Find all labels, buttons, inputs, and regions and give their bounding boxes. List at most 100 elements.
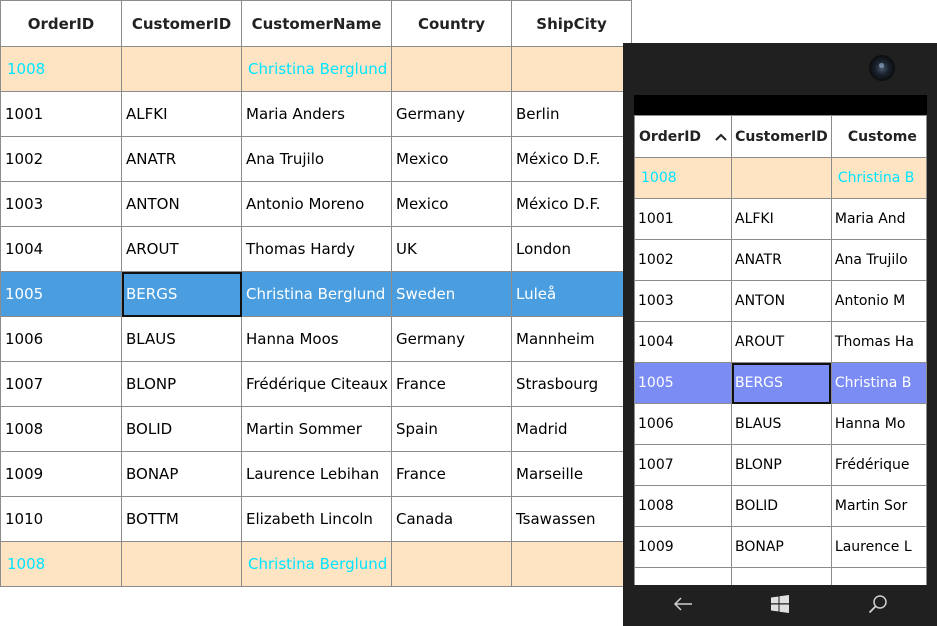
grid-cell[interactable]: 1009 xyxy=(634,526,732,568)
column-header-orderid[interactable]: OrderID xyxy=(634,115,732,158)
grid-cell[interactable]: Martin Sommer xyxy=(241,406,392,452)
grid-cell[interactable]: Spain xyxy=(391,406,512,452)
grid-cell[interactable]: Antonio Moreno xyxy=(241,181,392,227)
grid-cell[interactable]: AROUT xyxy=(731,321,832,363)
table-row[interactable]: 1003 ANTON Antonio Moreno Mexico México D.F. xyxy=(0,181,632,227)
grid-cell[interactable]: Sweden xyxy=(391,271,512,317)
grid-cell[interactable]: Laurence L xyxy=(830,526,927,568)
grid-cell[interactable]: Berlin xyxy=(511,91,632,137)
grid-cell[interactable]: Tsawassen xyxy=(511,496,632,542)
column-header-country[interactable]: Country xyxy=(391,0,512,47)
grid-cell[interactable]: 1007 xyxy=(634,444,732,486)
grid-cell[interactable]: Elizabeth Lincoln xyxy=(241,496,392,542)
grid-cell[interactable]: BLONP xyxy=(121,361,242,407)
table-row[interactable]: 1001 ALFKI Maria And xyxy=(634,198,927,240)
grid-cell[interactable]: 1009 xyxy=(0,451,122,497)
grid-cell[interactable]: Maria And xyxy=(830,198,927,240)
grid-cell[interactable]: Frédérique xyxy=(830,444,927,486)
grid-cell[interactable]: ANATR xyxy=(121,136,242,182)
table-row[interactable]: 1006 BLAUS Hanna Mo xyxy=(634,403,927,445)
grid-cell[interactable]: Thomas Hardy xyxy=(241,226,392,272)
grid-cell[interactable]: Antonio M xyxy=(830,280,927,322)
table-row[interactable]: 1010 BOTTM Elizabeth Lincoln Canada Tsawasse… xyxy=(0,496,632,542)
grid-cell[interactable]: 1003 xyxy=(634,280,732,322)
grid-cell[interactable]: BOLID xyxy=(731,485,832,527)
grid-cell[interactable]: México D.F. xyxy=(511,181,632,227)
grid-cell[interactable]: 1007 xyxy=(0,361,122,407)
grid-cell[interactable]: 1001 xyxy=(634,198,732,240)
table-row[interactable]: 1004 AROUT Thomas Ha xyxy=(634,321,927,363)
grid-cell[interactable]: Ana Trujilo xyxy=(830,239,927,281)
grid-cell[interactable]: Hanna Moos xyxy=(241,316,392,362)
search-button[interactable] xyxy=(858,586,898,626)
grid-cell[interactable]: ALFKI xyxy=(121,91,242,137)
grid-cell[interactable]: Mexico xyxy=(391,136,512,182)
grid-cell[interactable]: 1001 xyxy=(0,91,122,137)
grid-cell[interactable]: Germany xyxy=(391,316,512,362)
table-row[interactable]: 1001 ALFKI Maria Anders Germany Berlin xyxy=(0,91,632,137)
grid-cell[interactable]: Mannheim xyxy=(511,316,632,362)
grid-cell-current[interactable]: BERGS xyxy=(731,362,832,404)
grid-cell[interactable]: 1005 xyxy=(634,362,732,404)
grid-cell[interactable]: BOTTM xyxy=(121,496,242,542)
grid-cell[interactable] xyxy=(634,567,732,585)
table-row[interactable]: 1008 BOLID Martin Sommer Spain Madrid xyxy=(0,406,632,452)
grid-cell[interactable]: ANATR xyxy=(731,239,832,281)
grid-cell[interactable]: Germany xyxy=(391,91,512,137)
grid-cell[interactable]: Canada xyxy=(391,496,512,542)
windows-start-button[interactable] xyxy=(760,586,800,626)
grid-cell[interactable]: BONAP xyxy=(731,526,832,568)
table-row[interactable] xyxy=(634,567,927,585)
grid-cell[interactable]: Maria Anders xyxy=(241,91,392,137)
table-row[interactable]: 1006 BLAUS Hanna Moos Germany Mannheim xyxy=(0,316,632,362)
grid-cell[interactable] xyxy=(731,567,832,585)
grid-cell[interactable]: 1005 xyxy=(0,271,122,317)
grid-cell[interactable]: ANTON xyxy=(121,181,242,227)
grid-cell[interactable]: BLAUS xyxy=(731,403,832,445)
back-button[interactable] xyxy=(663,586,703,626)
table-row[interactable]: 1009 BONAP Laurence L xyxy=(634,526,927,568)
sort-ascending-icon[interactable] xyxy=(715,129,727,145)
grid-cell[interactable]: 1006 xyxy=(634,403,732,445)
grid-cell[interactable]: 1003 xyxy=(0,181,122,227)
grid-cell[interactable]: ANTON xyxy=(731,280,832,322)
table-row[interactable]: 1007 BLONP Frédérique xyxy=(634,444,927,486)
grid-cell[interactable]: Martin Sor xyxy=(830,485,927,527)
grid-cell[interactable]: London xyxy=(511,226,632,272)
grid-cell[interactable]: AROUT xyxy=(121,226,242,272)
column-header-customerid[interactable]: CustomerID xyxy=(731,115,832,158)
grid-cell[interactable]: Luleå xyxy=(511,271,632,317)
column-header-customername[interactable]: CustomerName xyxy=(241,0,392,47)
table-row[interactable]: 1008 BOLID Martin Sor xyxy=(634,485,927,527)
grid-cell[interactable]: BLAUS xyxy=(121,316,242,362)
grid-cell[interactable]: Mexico xyxy=(391,181,512,227)
table-row[interactable]: 1002 ANATR Ana Trujilo Mexico México D.F. xyxy=(0,136,632,182)
grid-cell[interactable] xyxy=(830,567,927,585)
grid-cell[interactable]: France xyxy=(391,361,512,407)
grid-cell[interactable]: 1002 xyxy=(634,239,732,281)
grid-cell[interactable]: Madrid xyxy=(511,406,632,452)
column-header-shipcity[interactable]: ShipCity xyxy=(511,0,632,47)
grid-cell[interactable]: Christina Berglund xyxy=(241,271,392,317)
grid-cell[interactable]: Thomas Ha xyxy=(830,321,927,363)
grid-cell[interactable]: Hanna Mo xyxy=(830,403,927,445)
table-row[interactable]: 1009 BONAP Laurence Lebihan France Marseille xyxy=(0,451,632,497)
grid-cell[interactable]: BLONP xyxy=(731,444,832,486)
table-row[interactable]: 1004 AROUT Thomas Hardy UK London xyxy=(0,226,632,272)
table-row[interactable]: 1002 ANATR Ana Trujilo xyxy=(634,239,927,281)
table-row[interactable]: 1003 ANTON Antonio M xyxy=(634,280,927,322)
grid-cell[interactable]: BOLID xyxy=(121,406,242,452)
grid-cell[interactable]: 1008 xyxy=(0,406,122,452)
grid-cell[interactable]: 1004 xyxy=(634,321,732,363)
column-header-customerid[interactable]: CustomerID xyxy=(121,0,242,47)
grid-cell[interactable]: México D.F. xyxy=(511,136,632,182)
table-row[interactable]: 1007 BLONP Frédérique Citeaux France Strasbo… xyxy=(0,361,632,407)
grid-cell[interactable]: 1010 xyxy=(0,496,122,542)
grid-cell[interactable]: ALFKI xyxy=(731,198,832,240)
grid-cell[interactable]: Ana Trujilo xyxy=(241,136,392,182)
grid-cell[interactable]: 1002 xyxy=(0,136,122,182)
column-header-customername[interactable]: Custome xyxy=(830,115,927,158)
grid-cell[interactable]: 1006 xyxy=(0,316,122,362)
table-row-selected[interactable]: 1005 BERGS Christina B xyxy=(634,362,927,404)
grid-cell[interactable]: Christina B xyxy=(830,362,927,404)
